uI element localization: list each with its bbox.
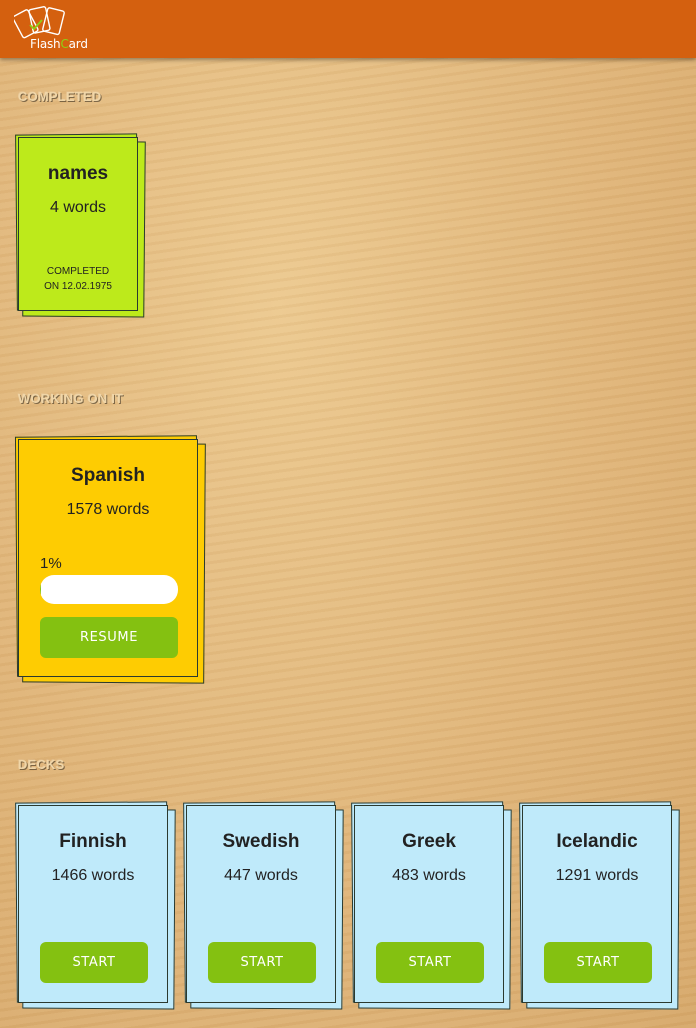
word-count: 447 words: [224, 867, 298, 884]
completed-deck-card[interactable]: names 4 words COMPLETED ON 12.02.1975: [15, 133, 146, 318]
logo-text: FlashCard: [30, 37, 88, 51]
start-button-icelandic[interactable]: START: [544, 942, 652, 983]
deck-card-icelandic[interactable]: Icelandic 1291 words START: [519, 801, 680, 1010]
cards-icon: [14, 6, 65, 39]
word-count: 1578 words: [66, 501, 150, 518]
working-deck-card[interactable]: Spanish 1578 words 1% RESUME: [14, 435, 206, 684]
section-label-working: WORKING ON IT: [18, 391, 124, 406]
progress-label: 1%: [40, 555, 62, 572]
start-button-swedish[interactable]: START: [208, 942, 316, 983]
flashcard-logo[interactable]: FlashCard: [14, 6, 88, 52]
word-count: 4 words: [49, 199, 107, 216]
start-button-finnish[interactable]: START: [40, 942, 148, 983]
progress-bar: [40, 575, 178, 604]
deck-title: Swedish: [222, 831, 300, 852]
deck-title: Spanish: [71, 465, 145, 486]
completed-date: COMPLETED ON 12.02.1975: [44, 266, 112, 292]
deck-title: names: [47, 163, 109, 184]
app-header: FlashCard: [0, 0, 696, 58]
deck-card-greek[interactable]: Greek 483 words START: [351, 801, 512, 1010]
word-count: 483 words: [392, 867, 466, 884]
start-button-greek[interactable]: START: [376, 942, 484, 983]
deck-card-swedish[interactable]: Swedish 447 words START: [183, 801, 344, 1010]
progress-fill: [40, 575, 42, 604]
section-label-completed: COMPLETED: [18, 89, 102, 104]
word-count: 1466 words: [51, 867, 135, 884]
section-label-decks: DECKS: [18, 757, 65, 772]
deck-card-finnish[interactable]: Finnish 1466 words START: [15, 801, 176, 1010]
deck-title: Greek: [402, 831, 456, 852]
deck-title: Finnish: [59, 831, 127, 852]
deck-title: Icelandic: [556, 831, 638, 852]
word-count: 1291 words: [555, 867, 639, 884]
resume-button[interactable]: RESUME: [40, 617, 178, 658]
